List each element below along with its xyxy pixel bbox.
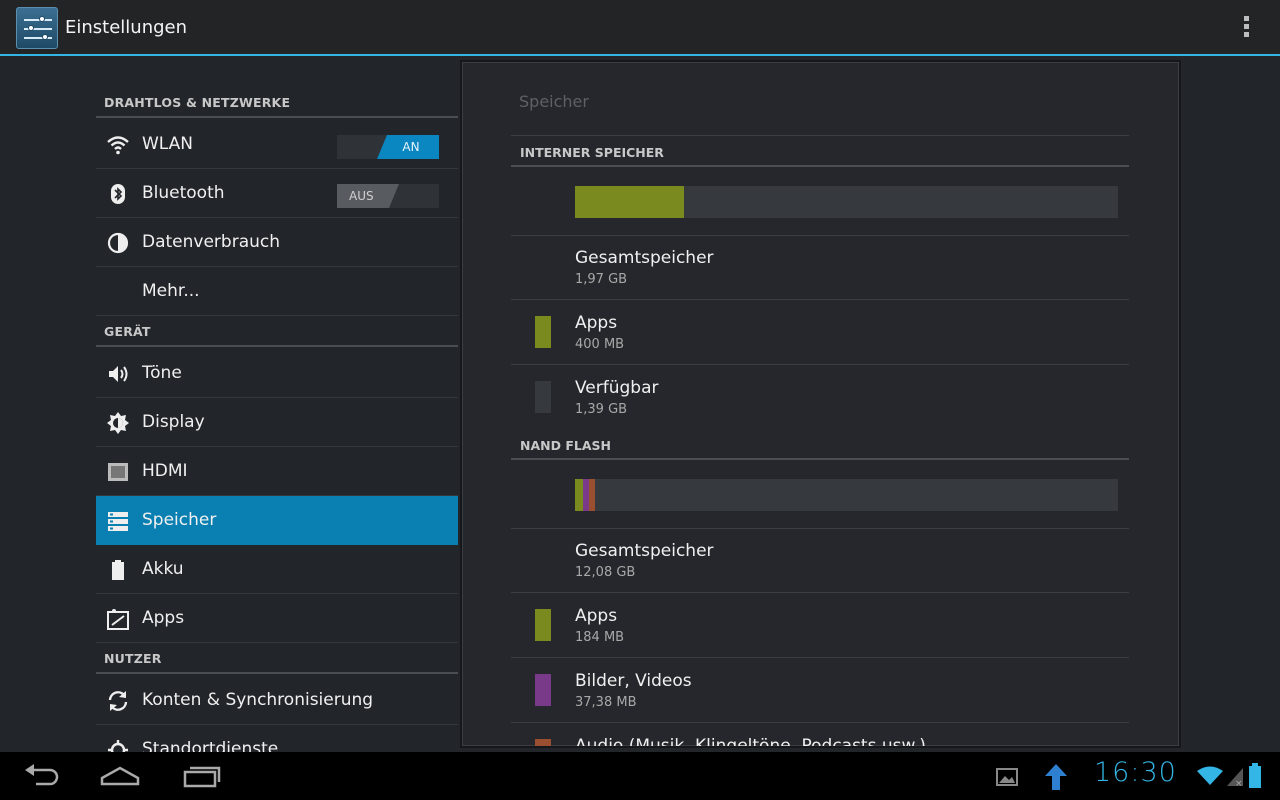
back-icon[interactable] — [22, 762, 62, 790]
section-header-user: NUTZER — [96, 644, 458, 674]
storage-row-available[interactable]: Verfügbar 1,39 GB — [511, 365, 1129, 430]
settings-item-label: Mehr... — [142, 281, 200, 301]
location-icon — [106, 738, 130, 752]
settings-item-storage[interactable]: Speicher — [96, 496, 458, 545]
toggle-state: AN — [377, 135, 439, 159]
settings-item-battery[interactable]: Akku — [96, 545, 458, 594]
section-header-wireless: DRAHTLOS & NETZWERKE — [96, 88, 458, 118]
internal-usage-row — [511, 169, 1129, 236]
storage-row-name: Apps — [575, 606, 618, 626]
battery-status-icon — [1248, 763, 1262, 789]
settings-list: DRAHTLOS & NETZWERKE WLAN AN Bluetooth A… — [96, 58, 458, 752]
storage-row-apps[interactable]: Apps 184 MB — [511, 593, 1129, 658]
bluetooth-toggle[interactable]: AUS — [337, 184, 439, 208]
settings-item-label: Speicher — [142, 510, 217, 530]
settings-item-sounds[interactable]: Töne — [96, 349, 458, 398]
storage-row-name: Gesamtspeicher — [575, 248, 714, 268]
storage-row-pictures-videos[interactable]: Bilder, Videos 37,38 MB — [511, 658, 1129, 723]
color-swatch — [535, 609, 551, 641]
settings-item-label: Töne — [142, 363, 182, 383]
toggle-state: AUS — [337, 184, 399, 208]
color-swatch — [535, 381, 551, 413]
signal-icon: × — [1226, 765, 1244, 789]
system-bar — [0, 752, 1280, 800]
color-swatch — [535, 739, 551, 746]
nand-usage-bar — [575, 479, 1118, 511]
clock: 16:30 — [1094, 757, 1177, 788]
storage-row-size: 37,38 MB — [575, 695, 637, 710]
section-header-nand-flash: NAND FLASH — [511, 430, 1129, 460]
section-header-internal-storage: INTERNER SPEICHER — [511, 137, 1129, 167]
svg-text:×: × — [1235, 779, 1243, 787]
settings-item-label: Apps — [142, 608, 185, 628]
usage-segment-audio — [589, 479, 596, 511]
gallery-notification-icon[interactable] — [995, 766, 1019, 788]
speaker-icon — [106, 362, 130, 386]
settings-item-label: Akku — [142, 559, 184, 579]
storage-row-name: Bilder, Videos — [575, 671, 692, 691]
section-header-device: GERÄT — [96, 317, 458, 347]
divider — [511, 135, 1129, 136]
usage-segment-apps — [575, 479, 584, 511]
action-bar: Einstellungen — [0, 0, 1280, 56]
storage-row-size: 1,97 GB — [575, 272, 628, 287]
panel-title: Speicher — [519, 92, 589, 111]
storage-row-size: 400 MB — [575, 337, 625, 352]
settings-item-label: Bluetooth — [142, 183, 225, 203]
storage-icon — [106, 509, 130, 533]
color-swatch — [535, 674, 551, 706]
storage-row-total[interactable]: Gesamtspeicher 12,08 GB — [511, 528, 1129, 593]
storage-row-apps[interactable]: Apps 400 MB — [511, 300, 1129, 365]
settings-item-hdmi[interactable]: HDMI — [96, 447, 458, 496]
internal-usage-bar — [575, 186, 1118, 218]
settings-item-bluetooth[interactable]: Bluetooth AUS — [96, 169, 458, 218]
storage-row-size: 184 MB — [575, 630, 625, 645]
nand-usage-row — [511, 462, 1129, 529]
settings-item-display[interactable]: Display — [96, 398, 458, 447]
storage-row-name: Apps — [575, 313, 618, 333]
upload-notification-icon[interactable] — [1043, 762, 1069, 792]
storage-row-name: Audio (Musik, Klingeltöne, Podcasts usw.… — [575, 736, 926, 748]
app-title: Einstellungen — [65, 17, 188, 38]
sync-icon — [106, 689, 130, 713]
settings-item-label: Standortdienste — [142, 739, 279, 752]
settings-item-label: WLAN — [142, 134, 194, 154]
wifi-status-icon — [1196, 765, 1224, 787]
storage-row-total[interactable]: Gesamtspeicher 1,97 GB — [511, 235, 1129, 300]
recent-apps-icon[interactable] — [182, 762, 222, 790]
color-swatch — [535, 316, 551, 348]
settings-item-apps[interactable]: Apps — [96, 594, 458, 643]
wlan-toggle[interactable]: AN — [337, 135, 439, 159]
settings-item-label: Datenverbrauch — [142, 232, 281, 252]
settings-item-location[interactable]: Standortdienste — [96, 725, 458, 752]
storage-row-audio[interactable]: Audio (Musik, Klingeltöne, Podcasts usw.… — [511, 723, 1129, 748]
settings-item-data-usage[interactable]: Datenverbrauch — [96, 218, 458, 267]
settings-item-label: Konten & Synchronisierung — [142, 690, 374, 710]
data-usage-icon — [106, 231, 130, 255]
settings-item-label: Display — [142, 412, 205, 432]
bluetooth-icon — [106, 182, 130, 206]
storage-row-size: 1,39 GB — [575, 402, 628, 417]
settings-item-wlan[interactable]: WLAN AN — [96, 120, 458, 169]
usage-segment-apps — [575, 186, 684, 218]
home-icon[interactable] — [100, 762, 140, 790]
apps-icon — [106, 607, 130, 631]
settings-item-accounts-sync[interactable]: Konten & Synchronisierung — [96, 676, 458, 725]
settings-item-more[interactable]: Mehr... — [96, 267, 458, 316]
storage-row-name: Gesamtspeicher — [575, 541, 714, 561]
settings-sliders-icon[interactable] — [16, 7, 58, 49]
wifi-icon — [106, 133, 130, 157]
battery-icon — [106, 558, 130, 582]
brightness-icon — [106, 411, 130, 435]
hdmi-icon — [106, 460, 130, 484]
settings-item-label: HDMI — [142, 461, 188, 481]
overflow-menu-icon[interactable] — [1244, 16, 1252, 40]
storage-panel: Speicher INTERNER SPEICHER Gesamtspeiche… — [460, 60, 1181, 748]
storage-row-size: 12,08 GB — [575, 565, 636, 580]
storage-row-name: Verfügbar — [575, 378, 659, 398]
